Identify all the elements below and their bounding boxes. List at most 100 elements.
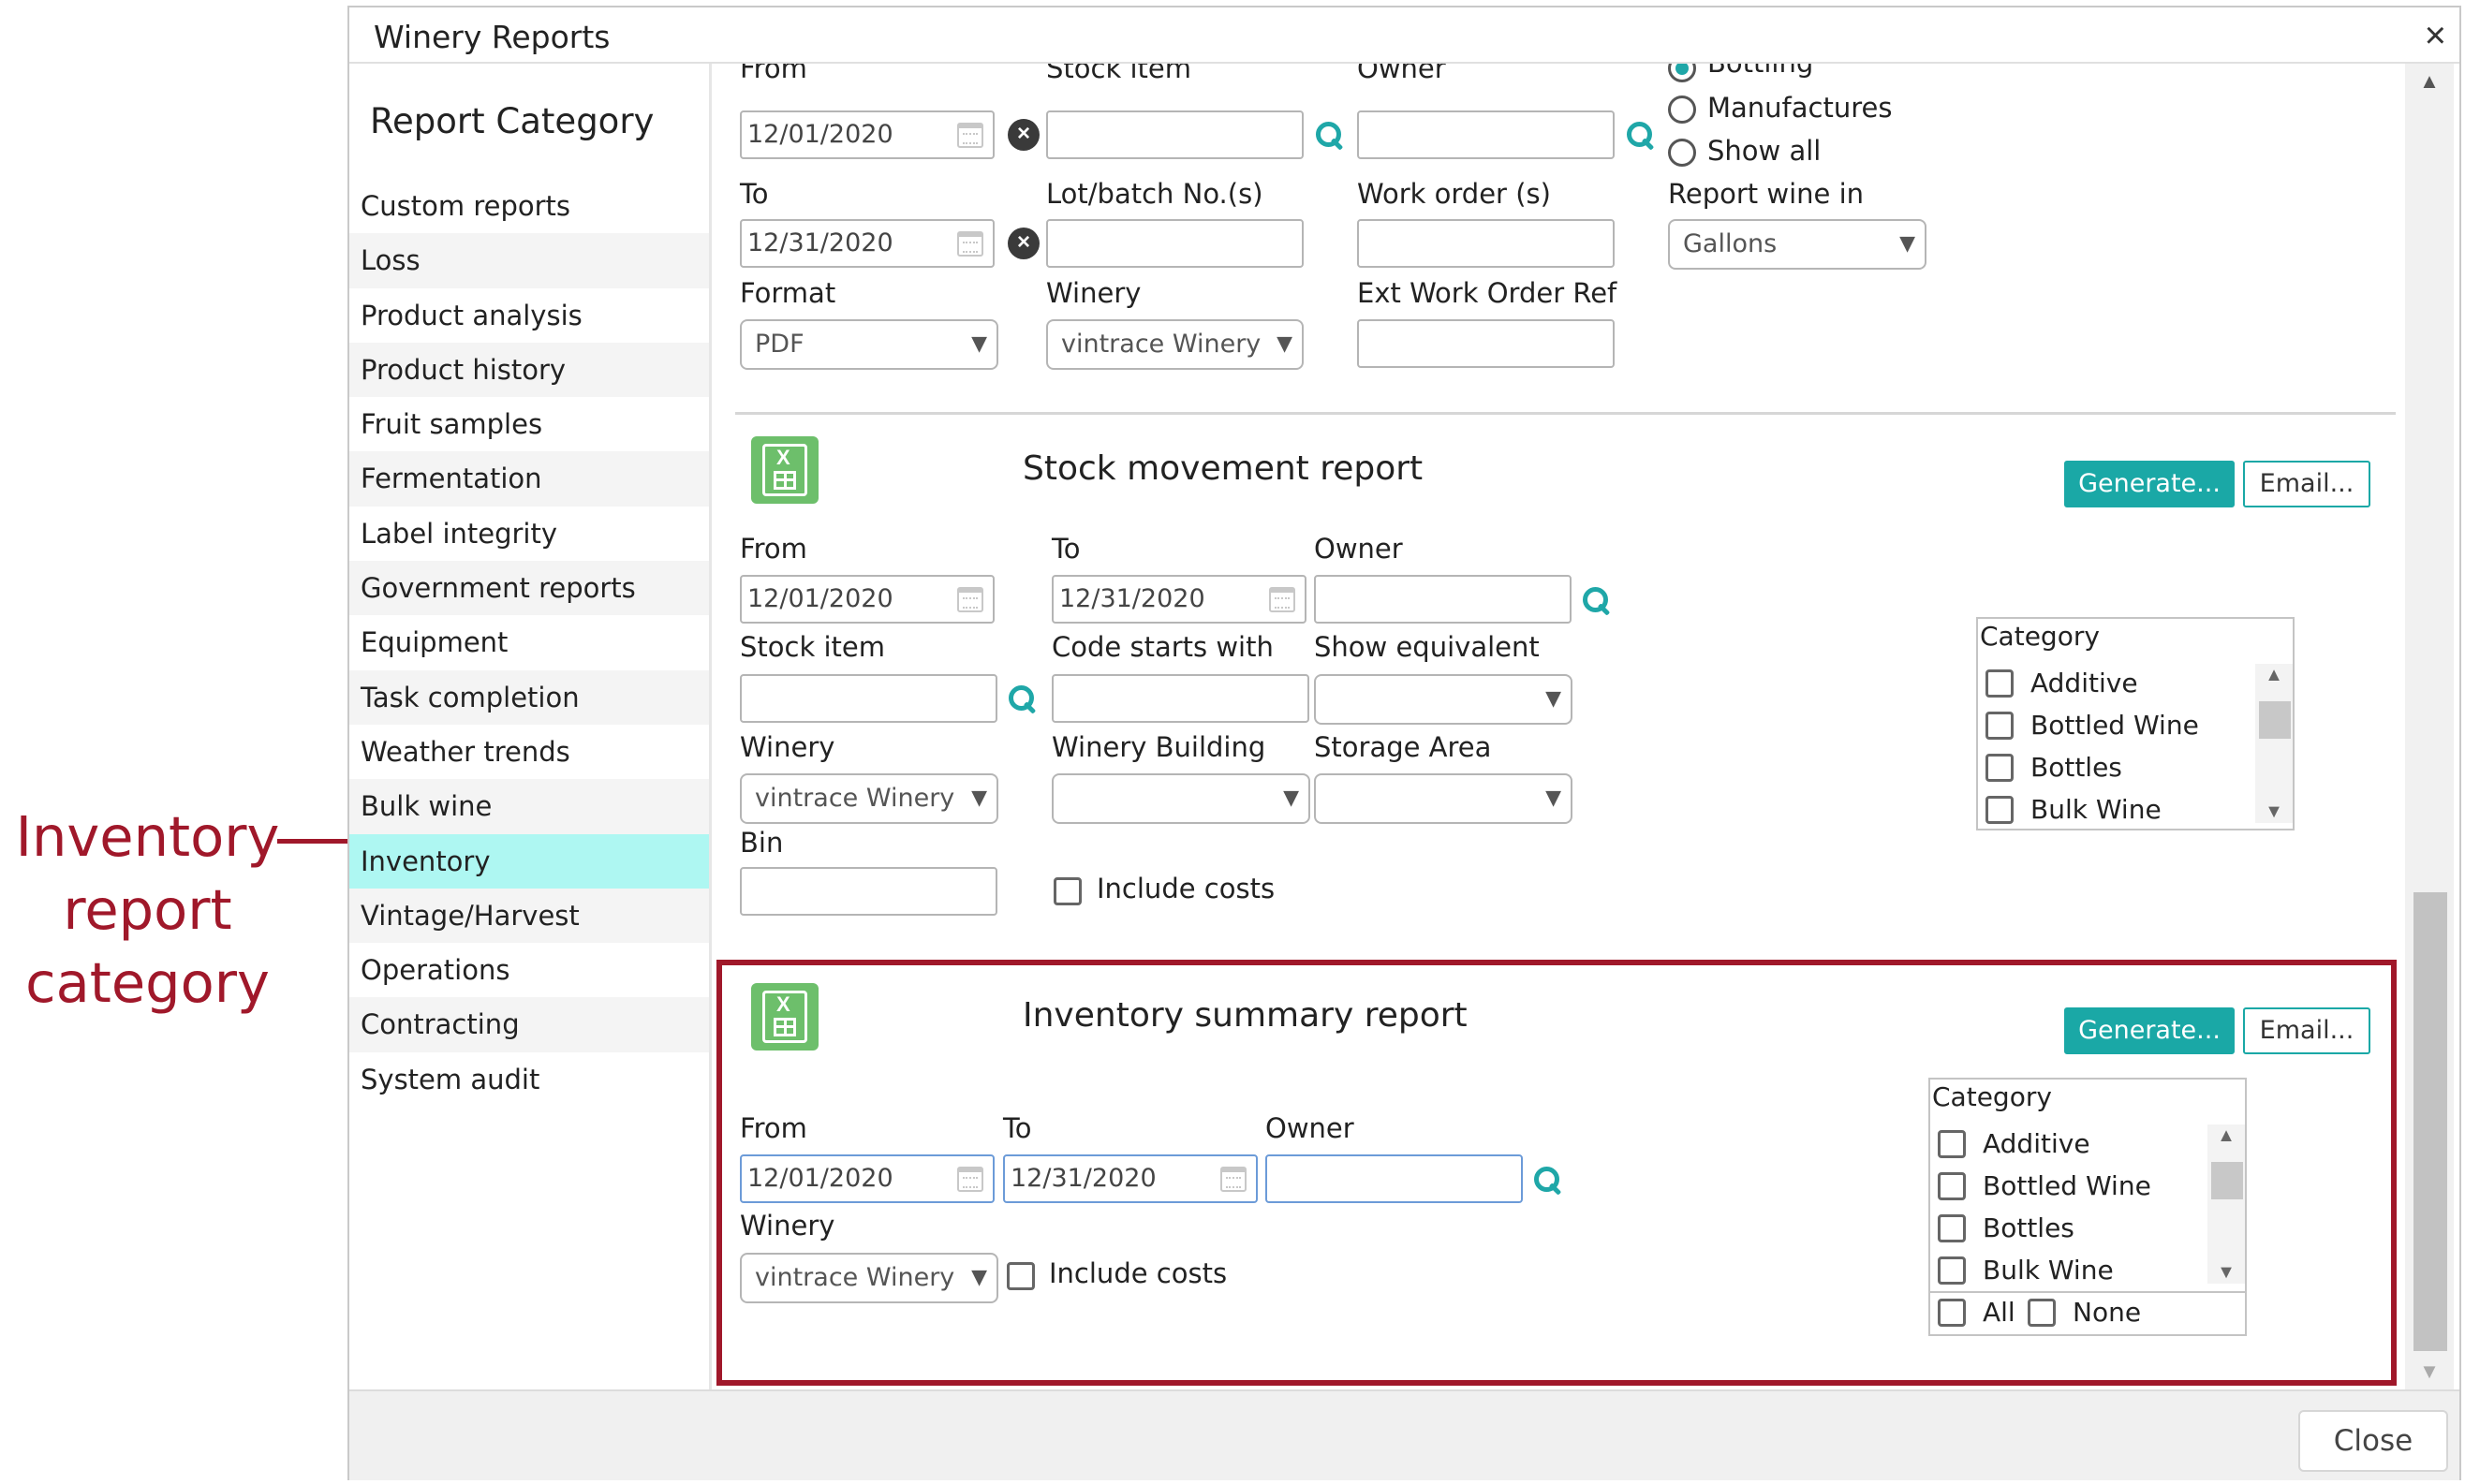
winery-label: Winery [740,731,835,763]
sidebar-item-custom-reports[interactable]: Custom reports [349,179,709,233]
show-all-radio-label: Show all [1707,135,1822,167]
category-checkbox[interactable] [1985,754,2014,782]
bottling-radio-label: Bottling [1707,64,1813,79]
sidebar-item-fruit-samples[interactable]: Fruit samples [349,397,709,451]
search-icon[interactable] [1007,683,1039,715]
main-scrollbar[interactable]: ▲ ▼ [2405,64,2454,1389]
owner-input[interactable] [1314,575,1572,624]
owner-label: Owner [1357,64,1446,84]
stock-movement-title: Stock movement report [1023,449,1424,488]
close-icon[interactable]: × [2425,15,2446,57]
sidebar-item-product-history[interactable]: Product history [349,342,709,398]
category-item[interactable]: Bottled Wine [1978,706,2255,748]
winery-building-label: Winery Building [1052,731,1266,763]
report-wine-in-select[interactable]: Gallons ▼ [1668,219,1926,270]
sidebar-item-contracting[interactable]: Contracting [349,997,709,1052]
bottling-radio[interactable] [1668,64,1696,82]
category-item-label: Bulk Wine [2030,794,2162,825]
show-equivalent-select[interactable]: ▼ [1314,674,1572,725]
stock-item-input[interactable] [740,674,997,723]
owner-input[interactable] [1357,110,1615,159]
from-date-input[interactable]: 12/01/2020 [740,575,995,624]
search-icon[interactable] [1625,120,1657,152]
scroll-up-icon[interactable]: ▲ [2405,69,2454,94]
calendar-icon[interactable] [957,587,983,612]
to-label: To [1052,533,1081,565]
winery-select[interactable]: vintrace Winery ▼ [1046,319,1304,370]
show-all-radio[interactable] [1668,139,1696,167]
category-scrollbar[interactable]: ▲ ▼ [2255,664,2293,823]
sidebar-item-task-completion[interactable]: Task completion [349,669,709,725]
stock-movement-email-button[interactable]: Email... [2243,461,2370,507]
search-icon[interactable] [1581,585,1613,617]
calendar-icon[interactable] [957,231,983,257]
to-date-input[interactable]: 12/31/2020 [740,219,995,268]
category-item[interactable]: Bulk Wine [1978,790,2255,829]
to-date-value: 12/31/2020 [747,228,893,257]
callout-line-2: report [63,877,232,942]
sidebar-item-fermentation[interactable]: Fermentation [349,451,709,507]
chevron-down-icon: ▼ [1545,687,1561,711]
scrollbar-thumb[interactable] [2259,701,2291,739]
calendar-icon[interactable] [1269,587,1295,612]
sidebar-item-bulk-wine[interactable]: Bulk wine [349,779,709,834]
category-item-label: Bottled Wine [2030,710,2199,741]
bin-input[interactable] [740,867,997,916]
storage-area-select[interactable]: ▼ [1314,773,1572,824]
work-order-input[interactable] [1357,219,1615,268]
clear-icon[interactable]: × [1008,119,1040,151]
include-costs-label: Include costs [1097,873,1276,904]
scroll-up-icon[interactable]: ▲ [2255,664,2293,686]
report-content: From 12/01/2020 × To 12/31/2020 × Format… [712,64,2399,1389]
callout-line-1: Inventory [15,804,280,869]
sidebar-item-loss[interactable]: Loss [349,233,709,288]
scroll-down-icon[interactable]: ▼ [2405,1359,2454,1384]
sidebar-item-system-audit[interactable]: System audit [349,1052,709,1107]
from-date-input[interactable]: 12/01/2020 [740,110,995,159]
stock-item-input[interactable] [1046,110,1304,159]
scroll-down-icon[interactable]: ▼ [2255,801,2293,823]
chevron-down-icon: ▼ [1283,786,1299,810]
category-checkbox[interactable] [1985,796,2014,824]
dialog-footer: Close [349,1389,2459,1480]
category-item-label: Additive [2030,668,2138,698]
chevron-down-icon: ▼ [1545,786,1561,810]
sidebar-item-label-integrity[interactable]: Label integrity [349,507,709,561]
winery-select[interactable]: vintrace Winery ▼ [740,773,998,824]
manufactures-radio[interactable] [1668,96,1696,124]
category-checkbox[interactable] [1985,712,2014,740]
winery-building-select[interactable]: ▼ [1052,773,1310,824]
code-starts-input[interactable] [1052,674,1309,723]
sidebar-item-inventory[interactable]: Inventory [349,833,709,889]
stock-item-label: Stock item [740,631,885,663]
category-item[interactable]: Additive [1978,664,2255,706]
lot-batch-input[interactable] [1046,219,1304,268]
to-date-value: 12/31/2020 [1059,584,1205,613]
stock-movement-generate-button[interactable]: Generate... [2064,461,2235,507]
manufactures-radio-label: Manufactures [1707,92,1893,124]
to-label: To [740,178,769,210]
code-starts-label: Code starts with [1052,631,1274,663]
ext-work-order-input[interactable] [1357,319,1615,368]
calendar-icon[interactable] [957,123,983,148]
scrollbar-thumb[interactable] [2413,892,2447,1351]
category-label: Category [1980,621,2100,652]
category-item[interactable]: Bottles [1978,748,2255,790]
to-date-input[interactable]: 12/31/2020 [1052,575,1306,624]
sidebar-item-government-reports[interactable]: Government reports [349,561,709,616]
window-title: Winery Reports [374,19,611,55]
sidebar-item-operations[interactable]: Operations [349,943,709,997]
winery-label: Winery [1046,277,1142,309]
include-costs-checkbox[interactable] [1054,877,1082,905]
clear-icon[interactable]: × [1008,228,1040,259]
sidebar-item-equipment[interactable]: Equipment [349,615,709,669]
sidebar-item-weather-trends[interactable]: Weather trends [349,725,709,779]
search-icon[interactable] [1314,120,1346,152]
sidebar-item-vintage-harvest[interactable]: Vintage/Harvest [349,888,709,944]
sidebar-item-product-analysis[interactable]: Product analysis [349,288,709,343]
close-button[interactable]: Close [2298,1410,2448,1472]
winery-value: vintrace Winery [1061,330,1262,359]
storage-area-label: Storage Area [1314,731,1492,763]
format-select[interactable]: PDF ▼ [740,319,998,370]
category-checkbox[interactable] [1985,669,2014,698]
